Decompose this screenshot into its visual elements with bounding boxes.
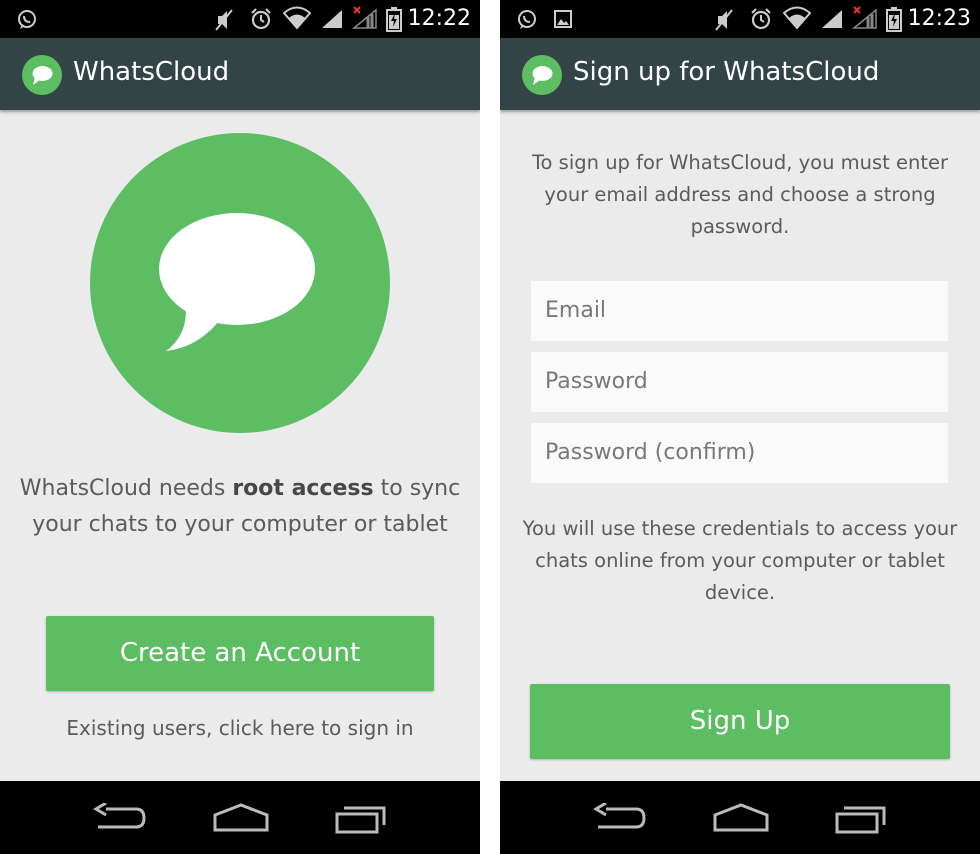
action-bar: WhatsCloud (0, 38, 480, 110)
chat-bubble-icon[interactable] (22, 55, 62, 95)
password-field[interactable]: Password (531, 352, 948, 412)
whatsapp-icon (18, 10, 36, 29)
recent-apps-icon[interactable] (834, 803, 890, 835)
recent-apps-icon[interactable] (334, 803, 390, 835)
whatsapp-icon (518, 10, 536, 29)
status-clock: 12:22 (407, 6, 471, 31)
navigation-bar (0, 781, 480, 854)
signal-icon (322, 10, 342, 28)
email-field[interactable]: Email (531, 281, 948, 341)
sign-in-link[interactable]: Existing users, click here to sign in (0, 716, 480, 740)
alarm-icon (251, 8, 271, 30)
signal-x-icon (352, 6, 377, 29)
credentials-note: You will use these credentials to access… (522, 517, 958, 604)
signal-x-icon (852, 6, 877, 29)
sign-up-button[interactable]: Sign Up (530, 684, 950, 759)
create-account-button[interactable]: Create an Account (46, 616, 434, 691)
home-icon[interactable] (212, 803, 270, 833)
wifi-icon (783, 6, 811, 30)
status-clock: 12:23 (907, 6, 971, 31)
battery-icon (886, 7, 902, 32)
chat-bubble-icon[interactable] (522, 55, 562, 95)
password-confirm-field[interactable]: Password (confirm) (531, 423, 948, 483)
intro-text-bold: root access (232, 476, 374, 501)
back-icon[interactable] (592, 803, 648, 833)
wifi-icon (283, 6, 311, 30)
mute-icon (215, 9, 233, 31)
chat-bubble-icon (90, 133, 390, 433)
back-icon[interactable] (92, 803, 148, 833)
alarm-icon (751, 8, 771, 30)
intro-text-prefix: WhatsCloud needs (19, 476, 233, 501)
home-icon[interactable] (712, 803, 770, 833)
battery-icon (386, 7, 402, 32)
welcome-screen: 12:22 WhatsCloud WhatsCloud needs root a… (0, 0, 480, 854)
navigation-bar (500, 781, 980, 854)
intro-text: WhatsCloud needs root access to sync you… (10, 471, 470, 543)
status-bar: 12:23 (500, 0, 980, 38)
sign-up-description: To sign up for WhatsCloud, you must ente… (531, 151, 949, 238)
mute-icon (715, 9, 733, 31)
signal-icon (822, 10, 842, 28)
sign-up-screen: 12:23 Sign up for WhatsCloud To sign up … (500, 0, 980, 854)
status-bar: 12:22 (0, 0, 480, 38)
image-icon (554, 10, 572, 28)
action-bar: Sign up for WhatsCloud (500, 38, 980, 110)
app-title: WhatsCloud (73, 57, 230, 87)
screen-title: Sign up for WhatsCloud (573, 57, 880, 87)
